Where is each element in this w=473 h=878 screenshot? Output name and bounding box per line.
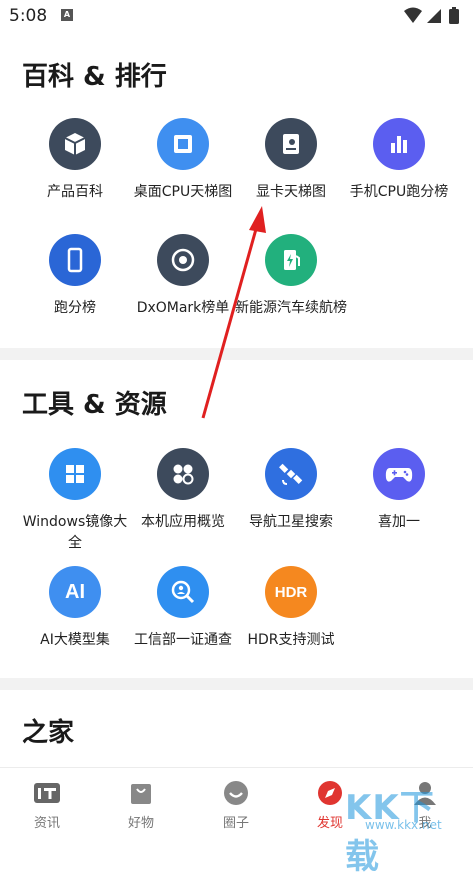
camera-lens-icon [157,234,209,286]
tile-label: AI大模型集 [40,632,110,648]
watermark-url: www.kkx.net [365,818,442,832]
hdr-badge-text: HDR [274,583,308,601]
status-icons [404,7,459,24]
gamepad-icon [373,448,425,500]
tile-dxomark[interactable]: DxOMark榜单 [124,234,242,319]
tile-local-apps-overview[interactable]: 本机应用概览 [124,448,242,533]
section-divider [0,678,473,690]
tile-ev-range-ranking[interactable]: 新能源汽车续航榜 [232,234,350,319]
tile-label: 显卡天梯图 [256,184,326,200]
tile-miit-id-check[interactable]: 工信部一证通查 [124,566,242,651]
section-title: 之家 [22,718,75,748]
graphics-card-icon [265,118,317,170]
chat-smile-icon [221,778,251,808]
tile-gpu-ladder[interactable]: 显卡天梯图 [232,118,350,203]
section-divider [0,348,473,360]
phone-icon [49,234,101,286]
tile-label: 喜加一 [378,514,420,530]
tile-mobile-cpu-benchmark[interactable]: 手机CPU跑分榜 [340,118,458,203]
tile-label: DxOMark榜单 [136,300,230,316]
nav-label: 资讯 [33,816,60,831]
tile-label: Windows镜像大全 [22,514,128,551]
nav-circle[interactable]: 圈子 [189,778,283,831]
section-tools-resources: 工具 & 资源 Windows镜像大全 本机应用概览 导航卫星搜索 喜加一 AI… [0,360,473,678]
tile-label: 本机应用概览 [141,514,225,530]
tile-hdr-test[interactable]: HDR HDR支持测试 [232,566,350,651]
tile-benchmark[interactable]: 跑分榜 [16,234,134,319]
shopping-bag-icon [126,778,156,808]
wifi-icon [404,7,422,23]
apps-grid-icon [157,448,209,500]
tile-windows-images[interactable]: Windows镜像大全 [16,448,134,554]
section-encyclopedia-ranking: 百科 & 排行 产品百科 桌面CPU天梯图 显卡天梯图 手机CPU跑分榜 跑分榜 [0,32,473,348]
cpu-chip-icon [157,118,209,170]
tile-label: 导航卫星搜索 [249,514,333,530]
ai-text-icon: AI [49,566,101,618]
nav-news[interactable]: 资讯 [0,778,94,831]
tile-label: 手机CPU跑分榜 [349,184,449,200]
search-person-icon [157,566,209,618]
ai-badge-text: AI [65,580,85,603]
it-logo-icon [32,778,62,808]
nav-label: 圈子 [222,816,249,831]
nav-goods[interactable]: 好物 [94,778,188,831]
tile-desktop-cpu-ladder[interactable]: 桌面CPU天梯图 [124,118,242,203]
windows-logo-icon [49,448,101,500]
notification-icon: A [61,9,73,21]
section-title: 百科 & 排行 [22,62,167,92]
tile-label: 新能源汽车续航榜 [235,300,347,316]
cube-icon [49,118,101,170]
section-title: 工具 & 资源 [22,390,167,420]
tile-ai-models[interactable]: AI AI大模型集 [16,566,134,651]
tile-label: 产品百科 [47,184,103,200]
bar-chart-icon [373,118,425,170]
status-bar: 5:08 A [0,0,473,32]
hdr-text-icon: HDR [265,566,317,618]
battery-icon [449,9,459,24]
tile-satellite-search[interactable]: 导航卫星搜索 [232,448,350,533]
nav-label: 好物 [127,816,154,831]
charging-station-icon [265,234,317,286]
tile-label: 工信部一证通查 [134,632,232,648]
tile-label: 跑分榜 [54,300,96,316]
tile-free-games[interactable]: 喜加一 [340,448,458,533]
tile-label: HDR支持测试 [247,632,335,648]
watermark: KK下载 www.kkx.net [337,772,467,877]
signal-icon [427,9,441,23]
satellite-icon [265,448,317,500]
section-ithome: 之家 [0,690,473,768]
tile-product-encyclopedia[interactable]: 产品百科 [16,118,134,203]
tile-label: 桌面CPU天梯图 [133,184,233,200]
status-time: 5:08 [9,6,48,26]
